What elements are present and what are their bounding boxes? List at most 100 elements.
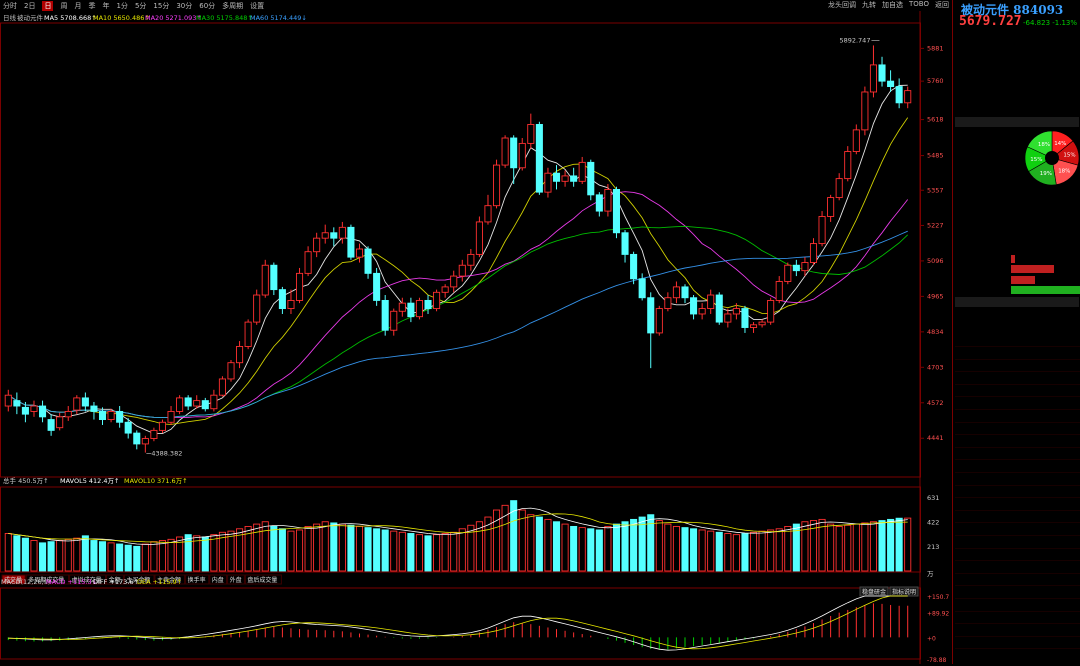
candle-body (278, 289, 286, 310)
volume-bar (724, 533, 732, 572)
toolbar-item[interactable]: 年 (102, 1, 109, 11)
tick-row[interactable] (955, 585, 1080, 599)
tick-row[interactable] (955, 522, 1080, 536)
volume-bar (107, 542, 115, 572)
tick-row[interactable] (955, 535, 1080, 549)
toolbar-item[interactable]: 5分 (135, 1, 146, 11)
volume-bar (638, 516, 646, 572)
toolbar-item[interactable]: 60分 (199, 1, 215, 11)
pie-hole (1045, 151, 1059, 165)
volume-bar (253, 523, 261, 572)
toolbar-item[interactable]: 15分 (153, 1, 169, 11)
volume-bar (844, 524, 852, 572)
toolbar-item[interactable]: 分时 (3, 1, 17, 11)
tick-row[interactable] (955, 421, 1080, 436)
candle-body (724, 313, 732, 323)
tick-row[interactable] (955, 371, 1080, 385)
candle-body (13, 400, 21, 407)
tick-row[interactable] (955, 623, 1080, 637)
volume-bar (201, 536, 209, 572)
tick-row[interactable] (955, 358, 1080, 373)
toolbar-item[interactable]: 30分 (176, 1, 192, 11)
toolbar-item[interactable]: 1分 (116, 1, 127, 11)
tick-row[interactable] (955, 346, 1080, 360)
candle-body (184, 397, 192, 407)
toolbar-right-item[interactable]: 加自选 (882, 0, 903, 10)
tick-row[interactable] (955, 472, 1080, 486)
tick-row[interactable] (955, 434, 1080, 448)
candle-body (570, 175, 578, 182)
capital-tab-bar[interactable] (955, 117, 1079, 127)
volume-bar (321, 521, 329, 572)
candle-body (681, 286, 689, 299)
toolbar-item[interactable]: 周 (60, 1, 67, 11)
ma-lines (8, 84, 909, 435)
tick-row[interactable] (955, 598, 1080, 612)
pie-label: 18% (1038, 142, 1050, 148)
tick-row[interactable] (955, 446, 1080, 461)
price-axis-label: 4572 (927, 399, 944, 407)
kline-chart-area[interactable]: 日线 被动元件 MA5 5708.668↑ MA10 5650.486↑ MA2… (0, 11, 950, 666)
tick-row[interactable] (955, 459, 1080, 473)
price-axis-label: 4834 (927, 328, 944, 336)
volume-bar (47, 541, 55, 572)
toolbar-item[interactable]: 2日 (24, 1, 35, 11)
toolbar-right-item[interactable]: 龙头回调 (828, 0, 856, 10)
kline-chart[interactable]: 日线 被动元件 MA5 5708.668↑ MA10 5650.486↑ MA2… (0, 11, 950, 666)
candle-body (869, 64, 877, 93)
tick-row[interactable] (955, 484, 1080, 499)
tick-row[interactable] (955, 610, 1080, 625)
toolbar-item[interactable]: 季 (88, 1, 95, 11)
toolbar-item[interactable]: 月 (74, 1, 81, 11)
candle-body (732, 308, 740, 315)
toolbar-right-item[interactable]: TOBO (909, 0, 929, 10)
toolbar-item[interactable]: 日 (42, 0, 54, 11)
candle-body (561, 175, 569, 182)
toolbar-right-item[interactable]: 九转 (862, 0, 876, 10)
tick-row[interactable] (955, 396, 1080, 410)
volume-bar (698, 529, 706, 572)
candle-body (484, 205, 492, 223)
ma20-legend: MA20 5271.093↑ (145, 14, 202, 22)
candle-body (767, 299, 775, 323)
volume-bar (158, 540, 167, 572)
candle-body (193, 400, 201, 407)
tick-row[interactable] (955, 635, 1080, 650)
volume-axis-label: 213 (927, 543, 939, 551)
volume-bar (184, 534, 192, 572)
volume-bar (13, 535, 21, 572)
tick-row[interactable] (955, 509, 1080, 524)
candle-body (424, 299, 432, 310)
toolbar-item[interactable]: 设置 (250, 1, 264, 11)
price-axis-label: 5760 (927, 77, 944, 85)
high-price-label: 5892.747 (839, 36, 870, 44)
candle-body (501, 137, 509, 166)
candle-body (450, 275, 458, 288)
tick-row[interactable] (955, 572, 1080, 587)
volume-bar (450, 531, 458, 572)
candle-body (707, 294, 715, 310)
volume-bar (295, 529, 304, 572)
volume-bar (398, 531, 406, 572)
toolbar-item[interactable]: 多周期 (222, 1, 243, 11)
low-price-label: 4388.382 (151, 450, 182, 458)
volume-bar (758, 530, 766, 572)
volume-bar (715, 531, 723, 572)
tick-row[interactable] (955, 383, 1080, 398)
tick-row[interactable] (955, 547, 1080, 562)
tick-row[interactable] (955, 560, 1080, 574)
quote-row (956, 45, 1080, 58)
volume-bar (330, 522, 338, 572)
indicator-tab-label: 内盘 (212, 576, 224, 584)
volume-bar (355, 525, 364, 572)
toolbar-right-item[interactable]: 返回 (935, 0, 949, 10)
tick-row[interactable] (955, 497, 1080, 511)
tick-row[interactable] (955, 409, 1080, 423)
tick-row[interactable] (955, 648, 1080, 662)
volume-bar (304, 525, 312, 572)
candle-body (827, 197, 835, 217)
dea-value: DEA +115.9↑ (137, 578, 182, 586)
candle-body (630, 253, 638, 280)
candle-body (107, 410, 115, 421)
quote-row (956, 74, 1080, 87)
